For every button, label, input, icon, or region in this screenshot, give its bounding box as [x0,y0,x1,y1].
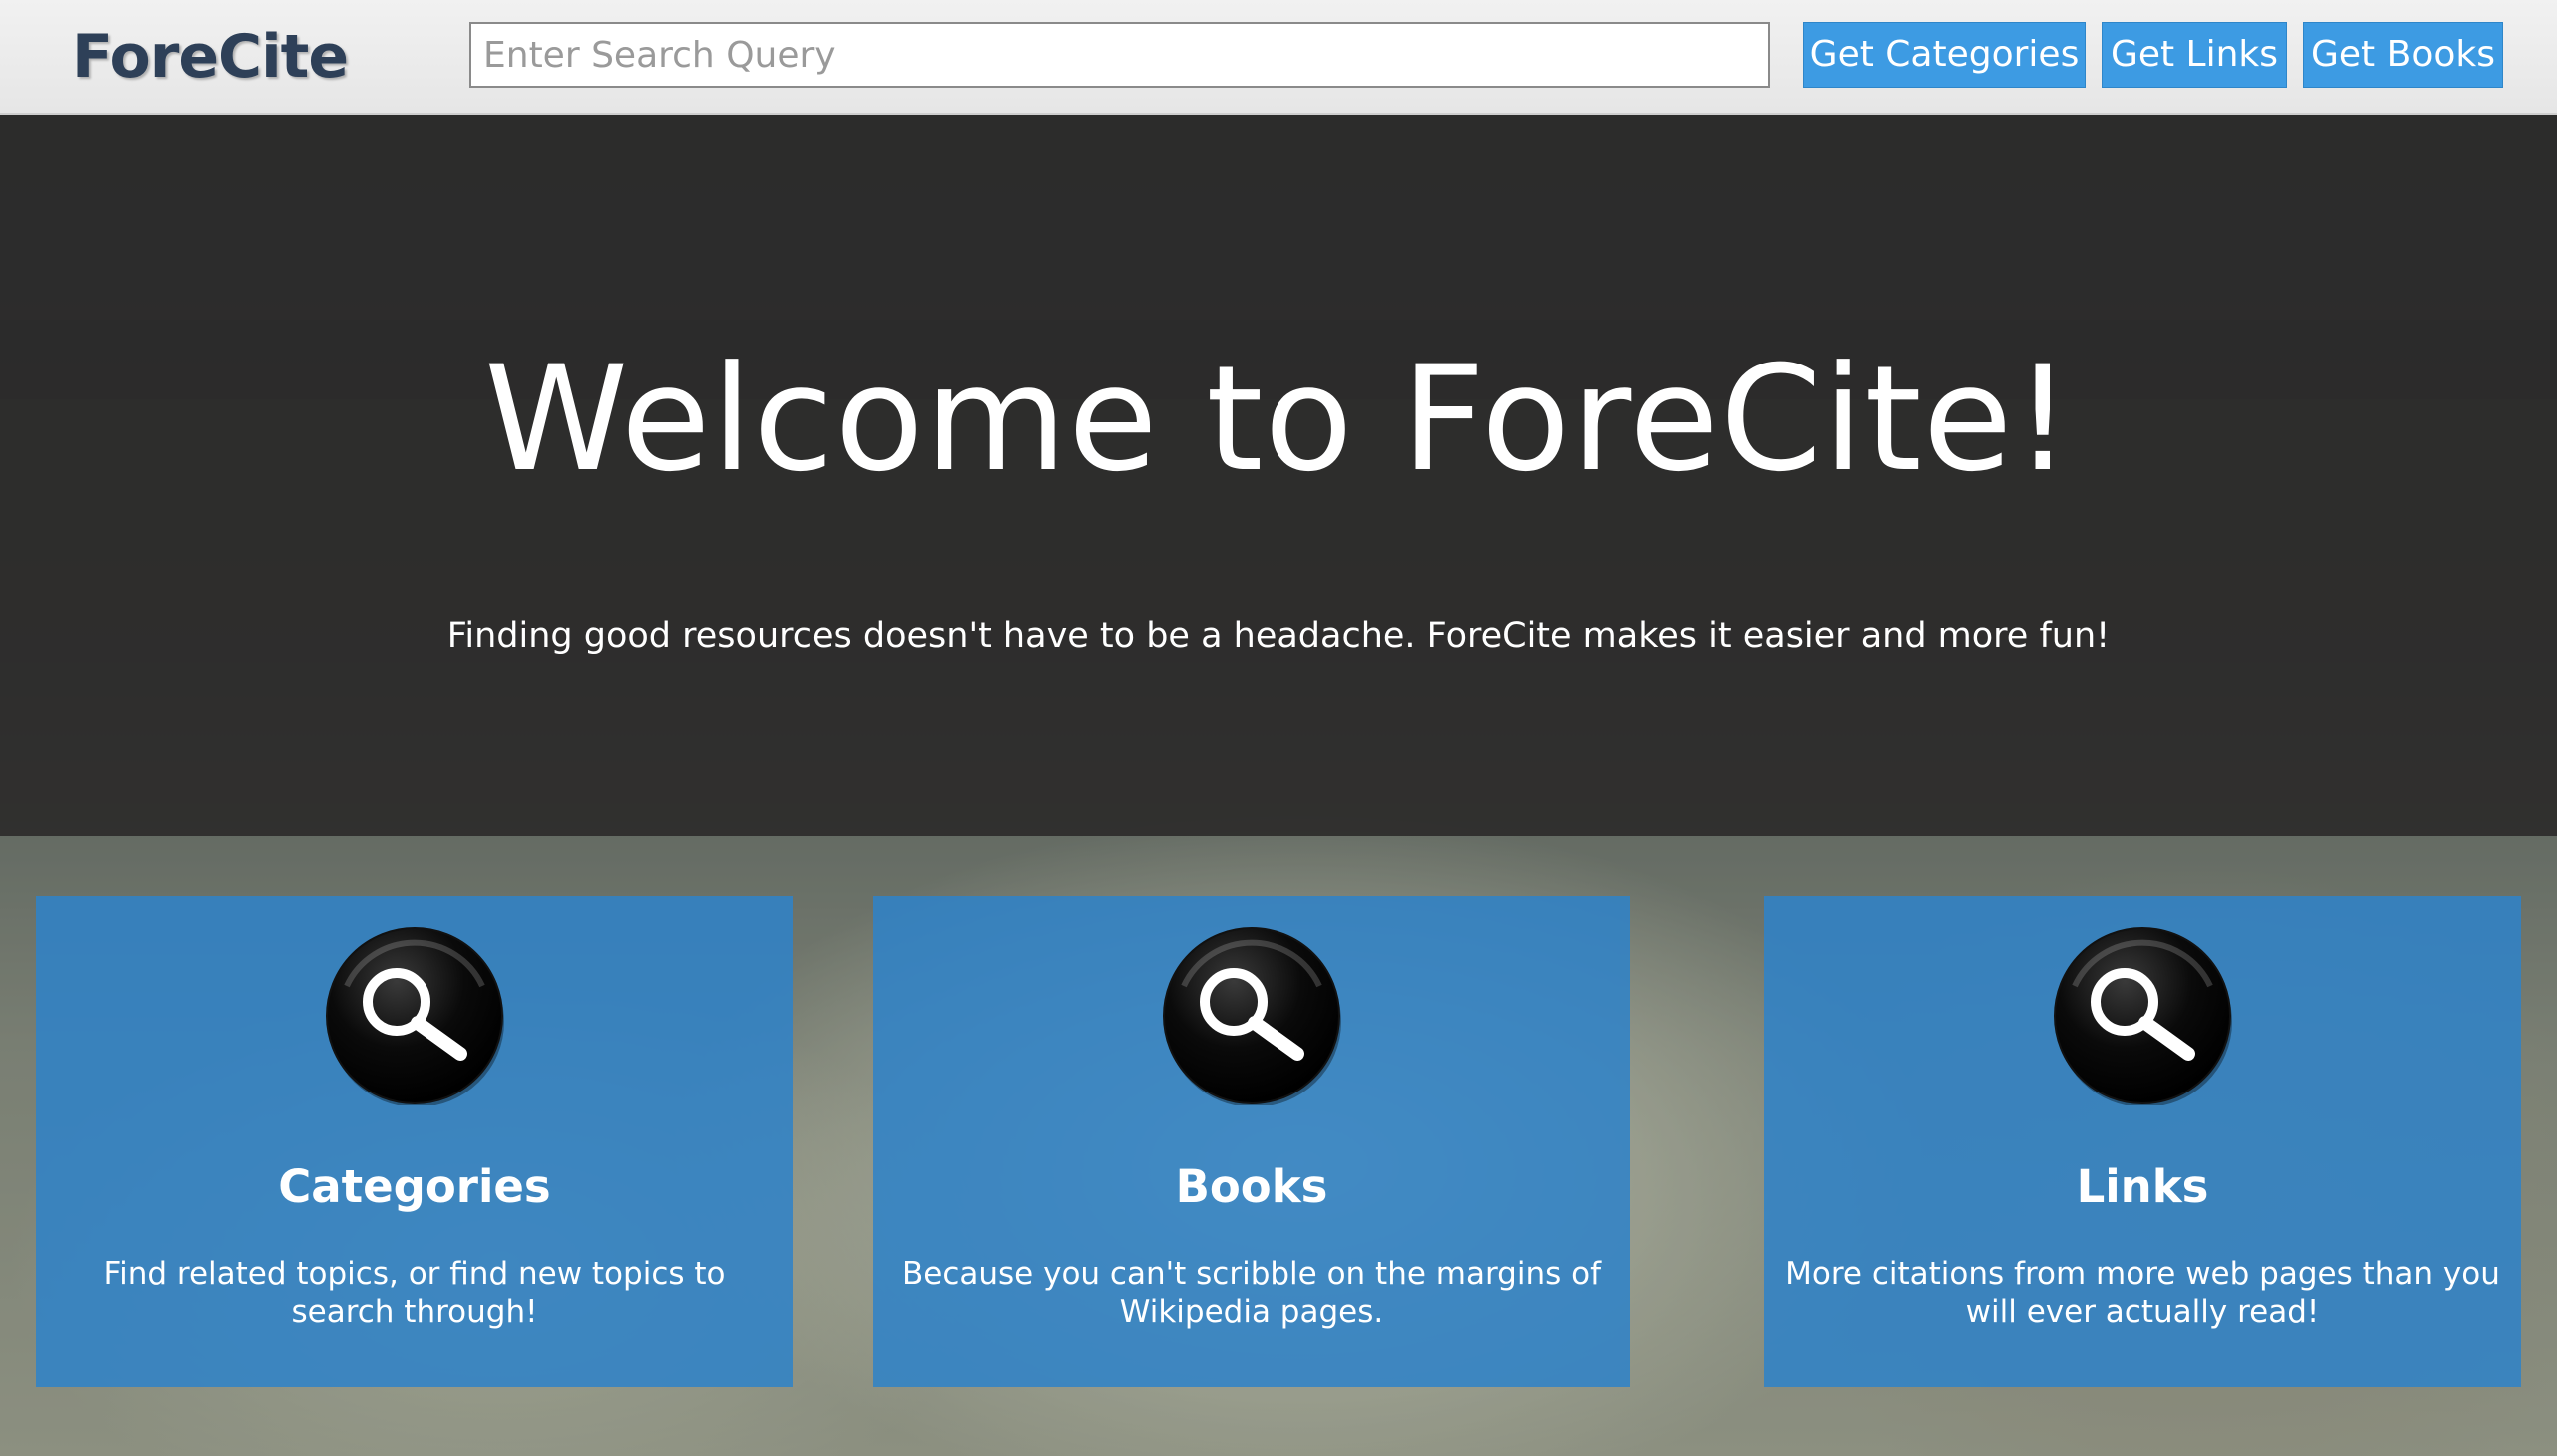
search-icon [2054,927,2232,1105]
card-title: Links [2076,1160,2209,1213]
forecite-logo[interactable]: ForeCite [72,22,349,92]
hero-subtitle: Finding good resources doesn't have to b… [446,616,2111,656]
card-title: Books [1175,1160,1328,1213]
categories-card: Categories Find related topics, or find … [36,896,793,1387]
card-description: Because you can't scribble on the margin… [902,1256,1601,1330]
links-card: Links More citations from more web pages… [1764,896,2521,1387]
top-navbar: ForeCite Get Categories Get Links Get Bo… [0,0,2557,115]
books-card: Books Because you can't scribble on the … [873,896,1630,1387]
hero-title: Welcome to ForeCite! [483,335,2074,504]
get-links-button[interactable]: Get Links [2102,22,2287,88]
search-input[interactable] [469,22,1770,88]
search-icon [1163,927,1341,1105]
card-description: More citations from more web pages than … [1785,1256,2500,1330]
get-books-button[interactable]: Get Books [2303,22,2503,88]
get-categories-button[interactable]: Get Categories [1803,22,2086,88]
search-icon [326,927,504,1105]
card-description: Find related topics, or find new topics … [103,1256,726,1330]
card-title: Categories [278,1160,551,1213]
